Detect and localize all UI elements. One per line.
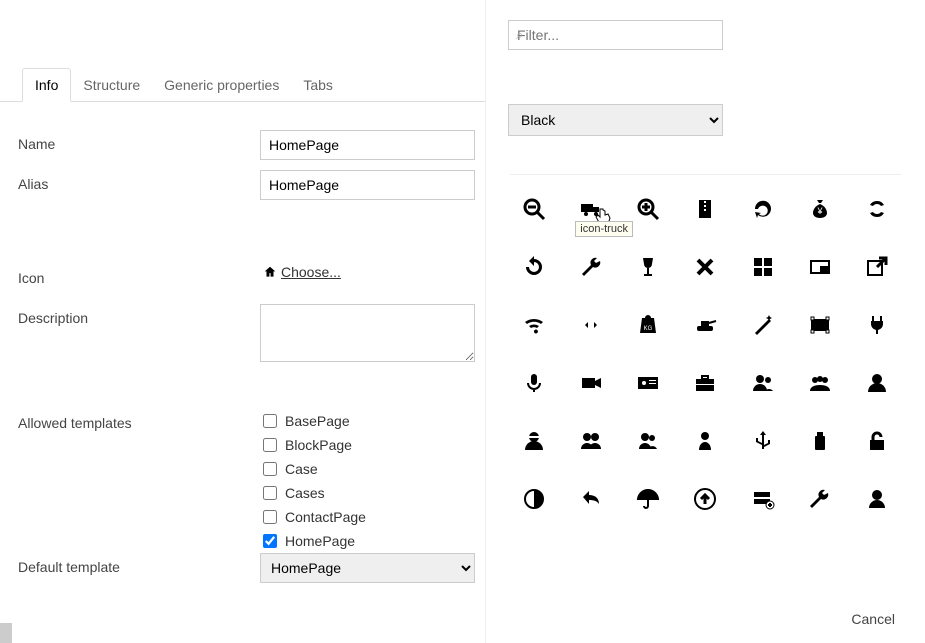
template-checkbox[interactable] — [263, 414, 277, 428]
icon-picker-panel: ⌕ Black icon-truck ¥ KG Cancel — [485, 0, 925, 643]
usb-icon[interactable] — [739, 423, 786, 459]
film-icon[interactable] — [796, 307, 843, 343]
default-template-label: Default template — [18, 553, 260, 575]
svg-text:¥: ¥ — [817, 206, 824, 216]
template-label: Cases — [285, 485, 325, 501]
allowed-templates-list: BasePage BlockPage Case Cases ContactPage Hom… — [263, 409, 475, 549]
video-icon[interactable] — [567, 365, 614, 401]
icon-tooltip: icon-truck — [575, 221, 633, 237]
plug-icon[interactable] — [854, 307, 901, 343]
users-group-icon[interactable] — [796, 365, 843, 401]
tab-structure[interactable]: Structure — [71, 69, 152, 101]
tabs-bar: Info Structure Generic properties Tabs — [0, 68, 485, 102]
name-input[interactable] — [260, 130, 475, 160]
users-pair-icon[interactable] — [625, 423, 672, 459]
cancel-button[interactable]: Cancel — [851, 611, 895, 627]
search-icon: ⌕ — [516, 27, 523, 43]
info-form: Name Alias Icon Choose... Description Al… — [18, 130, 475, 593]
template-checkbox[interactable] — [263, 486, 277, 500]
contrast-icon[interactable] — [510, 481, 557, 517]
share-out-icon[interactable] — [854, 249, 901, 285]
template-checkbox[interactable] — [263, 438, 277, 452]
template-label: BasePage — [285, 413, 350, 429]
template-item[interactable]: Cases — [263, 485, 475, 501]
users-icon[interactable] — [739, 365, 786, 401]
tab-info[interactable]: Info — [22, 68, 71, 102]
wrench-icon[interactable] — [567, 249, 614, 285]
briefcase-icon[interactable] — [682, 365, 729, 401]
tool-icon[interactable] — [796, 481, 843, 517]
money-bag-icon[interactable]: ¥ — [796, 191, 843, 227]
template-label: ContactPage — [285, 509, 366, 525]
tank-icon[interactable] — [682, 307, 729, 343]
tab-tabs[interactable]: Tabs — [291, 69, 345, 101]
template-item[interactable]: Case — [263, 461, 475, 477]
template-checkbox[interactable] — [263, 462, 277, 476]
resize-handle[interactable] — [0, 623, 12, 643]
icon-scroll-area[interactable]: icon-truck ¥ KG — [500, 150, 911, 583]
panel-icon[interactable] — [796, 249, 843, 285]
home-icon — [263, 265, 277, 279]
template-checkbox[interactable] — [263, 534, 277, 548]
filter-input[interactable] — [508, 20, 723, 50]
user-female-icon[interactable] — [682, 423, 729, 459]
sync-icon[interactable] — [854, 191, 901, 227]
alias-label: Alias — [18, 170, 260, 192]
template-item[interactable]: BlockPage — [263, 437, 475, 453]
wine-icon[interactable] — [625, 249, 672, 285]
server-add-icon[interactable] — [739, 481, 786, 517]
template-label: Case — [285, 461, 318, 477]
zip-icon[interactable] — [682, 191, 729, 227]
windows-icon[interactable] — [739, 249, 786, 285]
close-icon[interactable] — [682, 249, 729, 285]
usb-drive-icon[interactable] — [796, 423, 843, 459]
umbrella-icon[interactable] — [625, 481, 672, 517]
unlock-icon[interactable] — [854, 423, 901, 459]
weight-icon[interactable]: KG — [625, 307, 672, 343]
id-card-icon[interactable] — [625, 365, 672, 401]
alias-input[interactable] — [260, 170, 475, 200]
undo-icon[interactable] — [567, 481, 614, 517]
description-input[interactable] — [260, 304, 475, 362]
width-icon[interactable] — [567, 307, 614, 343]
template-item[interactable]: HomePage — [263, 533, 475, 549]
choose-icon-button[interactable]: Choose... — [263, 264, 341, 280]
tab-generic-properties[interactable]: Generic properties — [152, 69, 291, 101]
default-template-select[interactable]: HomePage — [260, 553, 475, 583]
wand-icon[interactable] — [739, 307, 786, 343]
allowed-templates-label: Allowed templates — [18, 409, 263, 431]
template-checkbox[interactable] — [263, 510, 277, 524]
description-label: Description — [18, 304, 260, 326]
template-label: BlockPage — [285, 437, 352, 453]
mic-icon[interactable] — [510, 365, 557, 401]
zoom-out-icon[interactable] — [510, 191, 557, 227]
template-item[interactable]: ContactPage — [263, 509, 475, 525]
truck-icon[interactable]: icon-truck — [567, 191, 614, 227]
reload-icon[interactable] — [510, 249, 557, 285]
name-label: Name — [18, 130, 260, 152]
icon-label: Icon — [18, 264, 263, 286]
icon-grid: icon-truck ¥ KG — [500, 181, 911, 583]
template-item[interactable]: BasePage — [263, 413, 475, 429]
wifi-icon[interactable] — [510, 307, 557, 343]
upload-icon[interactable] — [682, 481, 729, 517]
user-profile-icon[interactable] — [854, 481, 901, 517]
refresh-icon[interactable] — [739, 191, 786, 227]
users-alt-icon[interactable] — [567, 423, 614, 459]
user-icon[interactable] — [854, 365, 901, 401]
choose-icon-label: Choose... — [281, 264, 341, 280]
user-glasses-icon[interactable] — [510, 423, 557, 459]
color-select[interactable]: Black — [508, 104, 723, 136]
svg-text:KG: KG — [644, 326, 653, 332]
template-label: HomePage — [285, 533, 355, 549]
